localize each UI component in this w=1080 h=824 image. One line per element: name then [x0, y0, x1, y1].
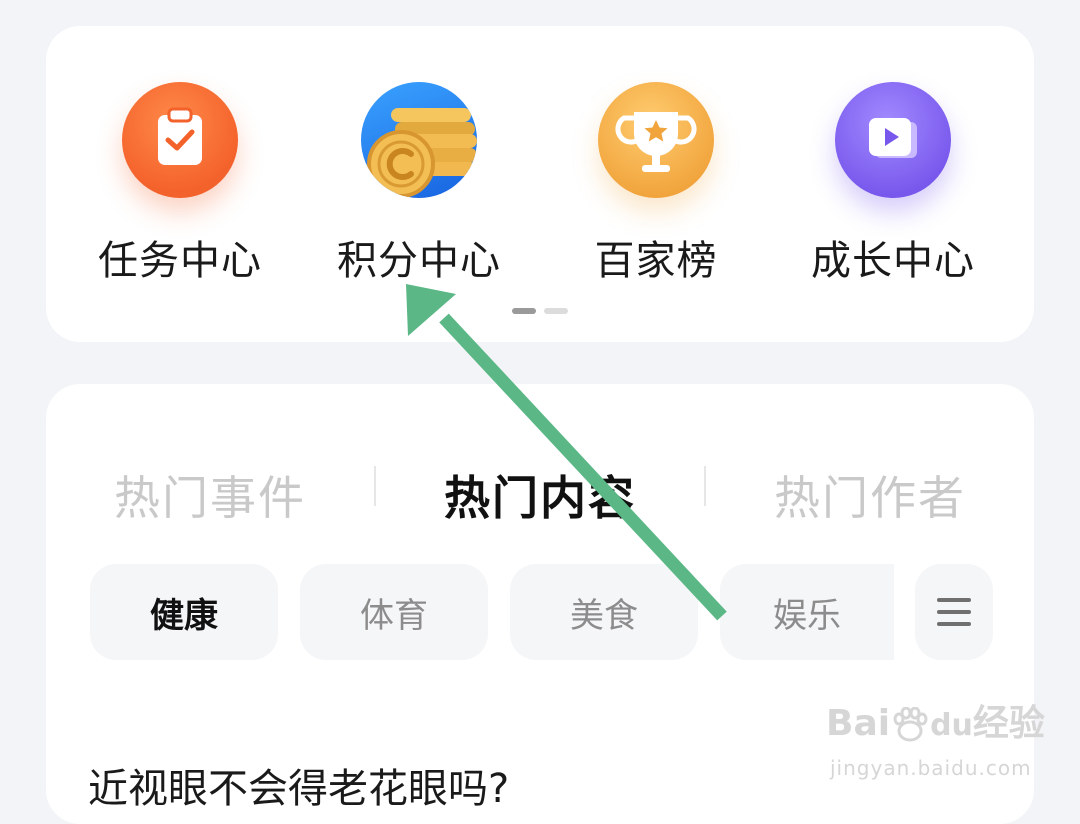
- baidu-watermark: Bai du经验 jingyan.baidu.com: [826, 694, 1045, 794]
- watermark-logo: Bai du经验: [826, 703, 1045, 744]
- paw-icon: [893, 707, 928, 742]
- annotation-arrow-icon: [406, 284, 727, 621]
- watermark-url: jingyan.baidu.com: [830, 756, 1032, 780]
